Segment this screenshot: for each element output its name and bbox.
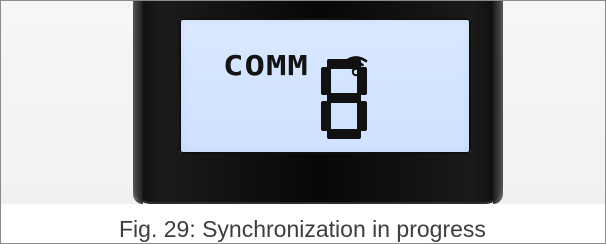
figure-frame: COMM Fig. 29: Synchronization in progres… <box>0 0 606 244</box>
wireless-signal-icon <box>344 56 368 77</box>
device-edge-right <box>493 1 503 204</box>
lcd-status-text: COMM <box>223 50 309 82</box>
device-photo: COMM <box>1 1 605 204</box>
figure-caption: Fig. 29: Synchronization in progress <box>119 216 486 242</box>
device-edge-left <box>133 1 143 204</box>
